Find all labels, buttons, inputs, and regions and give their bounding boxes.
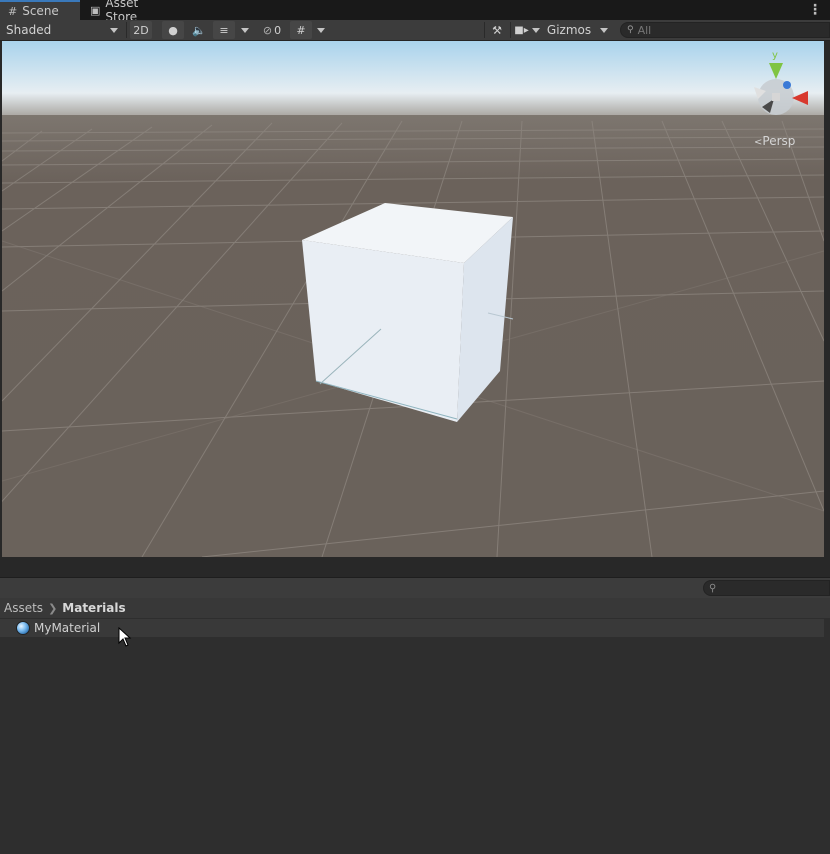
project-search-input[interactable]: ⚲ [703,580,830,596]
grid-toggle-button[interactable]: # [290,21,312,39]
tools-icon: ⚒ [492,23,502,37]
project-toolbar: ⚲ [0,578,830,598]
chevron-right-icon: ❯ [48,601,58,615]
eye-slash-icon: ⊘ [262,23,273,37]
layers-icon: ≡ [219,23,229,37]
scene-search-placeholder: All [637,23,652,37]
toolbar-divider [510,22,511,38]
gizmo-y-label: y [772,50,778,61]
list-item-label: MyMaterial [34,621,101,635]
bag-icon: ▣ [90,3,101,17]
effects-toggle-button[interactable]: ≡ [213,21,235,39]
toggle-2d-label: 2D [133,23,149,37]
draw-mode-label: Shaded [6,23,52,37]
hidden-objects-count: 0 [274,23,282,37]
scene-viewport[interactable]: y <Persp [2,41,824,557]
tab-asset-store[interactable]: ▣ Asset Store [82,0,176,24]
grid-snap-icon: # [296,23,306,37]
chevron-down-icon [600,27,608,33]
editor-tab-bar: # Scene ▣ Asset Store ⋮ [0,0,830,24]
toolbar-divider [126,22,127,38]
breadcrumb: Assets ❯ Materials [0,598,830,618]
grid-dropdown-button[interactable] [313,21,329,39]
search-icon: ⚲ [709,582,717,594]
more-options-icon[interactable]: ⋮ [808,2,822,18]
gizmos-label: Gizmos [546,23,592,37]
tools-button[interactable]: ⚒ [486,21,508,39]
toolbar-divider [484,22,485,38]
lighting-toggle-button[interactable]: ● [162,21,184,39]
draw-mode-dropdown[interactable]: Shaded [2,21,122,39]
scene-search-input[interactable]: ⚲ All [620,22,830,38]
tab-scene-label: Scene [22,4,59,18]
scene-toolbar: Shaded 2D ● 🔈 ≡ ⊘ 0 # ⚒ ■▸ Gizmos ⚲ All [0,20,830,41]
panel-divider[interactable] [0,557,830,578]
speaker-icon: 🔈 [192,23,206,37]
gizmos-dropdown-button[interactable] [596,21,612,39]
chevron-down-icon [241,27,249,33]
material-sphere-icon [16,621,30,635]
camera-settings-button[interactable]: ■▸ [512,21,542,39]
breadcrumb-assets[interactable]: Assets [4,601,43,615]
breadcrumb-materials[interactable]: Materials [62,601,125,615]
chevron-down-icon [110,28,118,33]
projection-toggle[interactable]: <Persp [754,134,795,148]
chevron-down-icon [531,27,540,33]
mouse-cursor-icon [118,627,132,647]
lightbulb-icon: ● [168,23,178,37]
scene-canvas: y [2,41,824,557]
projection-label: Persp [762,134,796,148]
search-icon: ⚲ [627,25,634,35]
gizmos-button[interactable]: Gizmos [544,21,594,39]
toggle-2d-button[interactable]: 2D [130,21,152,39]
chevron-down-icon [317,27,325,33]
effects-dropdown-button[interactable] [236,21,254,39]
grid-icon: # [8,4,18,18]
audio-toggle-button[interactable]: 🔈 [188,21,210,39]
project-file-list: MyMaterial [0,618,830,854]
camera-icon: ■▸ [514,24,529,36]
tab-scene[interactable]: # Scene [0,0,80,20]
hidden-objects-toggle[interactable]: ⊘ 0 [257,21,287,39]
